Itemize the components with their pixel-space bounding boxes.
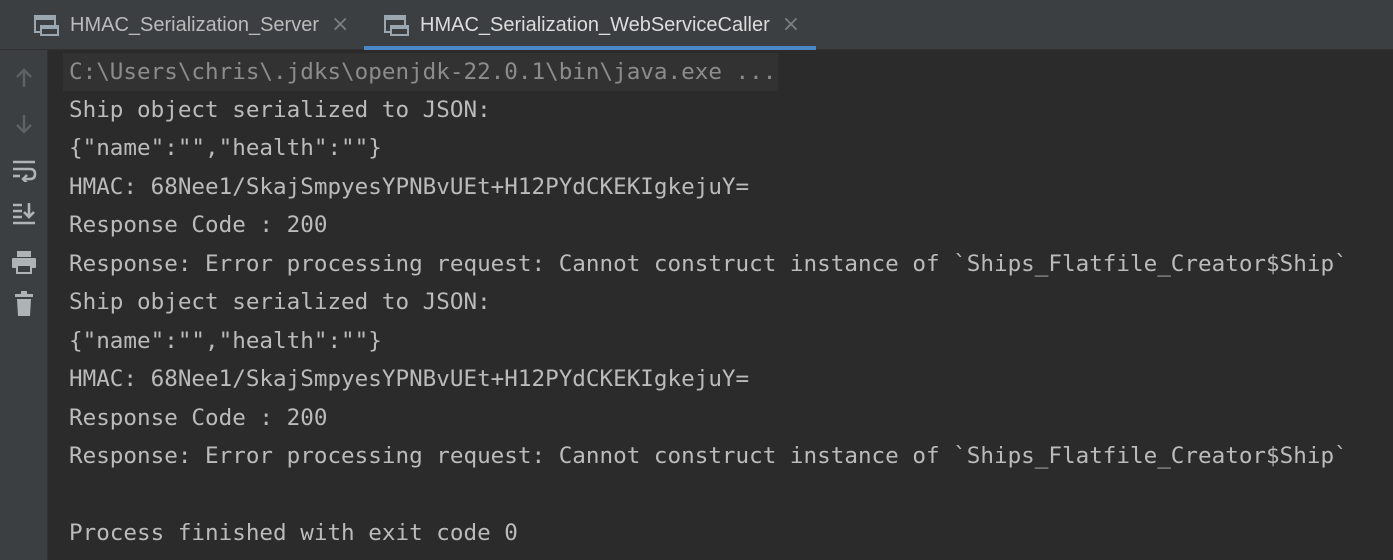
scroll-to-end-icon[interactable] xyxy=(10,200,38,228)
output-line: Response Code : 200 xyxy=(69,212,328,238)
down-arrow-icon[interactable] xyxy=(10,110,38,138)
clear-all-icon[interactable] xyxy=(10,290,38,318)
up-arrow-icon[interactable] xyxy=(10,64,38,92)
output-line: Ship object serialized to JSON: xyxy=(69,97,491,123)
output-line: Process finished with exit code 0 xyxy=(69,520,518,546)
output-line: Response: Error processing request: Cann… xyxy=(69,443,1348,469)
console-output[interactable]: C:\Users\chris\.jdks\openjdk-22.0.1\bin\… xyxy=(49,50,1393,560)
output-line: HMAC: 68Nee1/SkajSmpyesYPNBvUEt+H12PYdCK… xyxy=(69,174,750,200)
close-icon[interactable]: × xyxy=(331,14,349,36)
output-line: {"name":"","health":""} xyxy=(69,135,382,161)
output-line: {"name":"","health":""} xyxy=(69,328,382,354)
tab-hmac-serialization-webservicecaller[interactable]: HMAC_Serialization_WebServiceCaller × xyxy=(364,0,816,50)
print-icon[interactable] xyxy=(10,248,38,276)
close-icon[interactable]: × xyxy=(782,14,800,36)
tab-label: HMAC_Serialization_Server xyxy=(70,13,319,36)
output-line: Ship object serialized to JSON: xyxy=(69,289,491,315)
output-line: Response: Error processing request: Cann… xyxy=(69,251,1348,277)
tab-label: HMAC_Serialization_WebServiceCaller xyxy=(420,13,770,36)
command-line: C:\Users\chris\.jdks\openjdk-22.0.1\bin\… xyxy=(63,53,779,91)
run-tabs-bar: HMAC_Serialization_Server × HMAC_Seriali… xyxy=(0,0,1393,50)
console-window-icon xyxy=(34,15,59,36)
run-tool-window: HMAC_Serialization_Server × HMAC_Seriali… xyxy=(0,0,1393,560)
console-toolbar xyxy=(0,50,48,560)
output-line: Response Code : 200 xyxy=(69,405,328,431)
soft-wrap-icon[interactable] xyxy=(10,156,38,184)
tab-hmac-serialization-server[interactable]: HMAC_Serialization_Server × xyxy=(34,0,354,50)
console-window-icon xyxy=(384,15,409,36)
output-line: HMAC: 68Nee1/SkajSmpyesYPNBvUEt+H12PYdCK… xyxy=(69,366,750,392)
